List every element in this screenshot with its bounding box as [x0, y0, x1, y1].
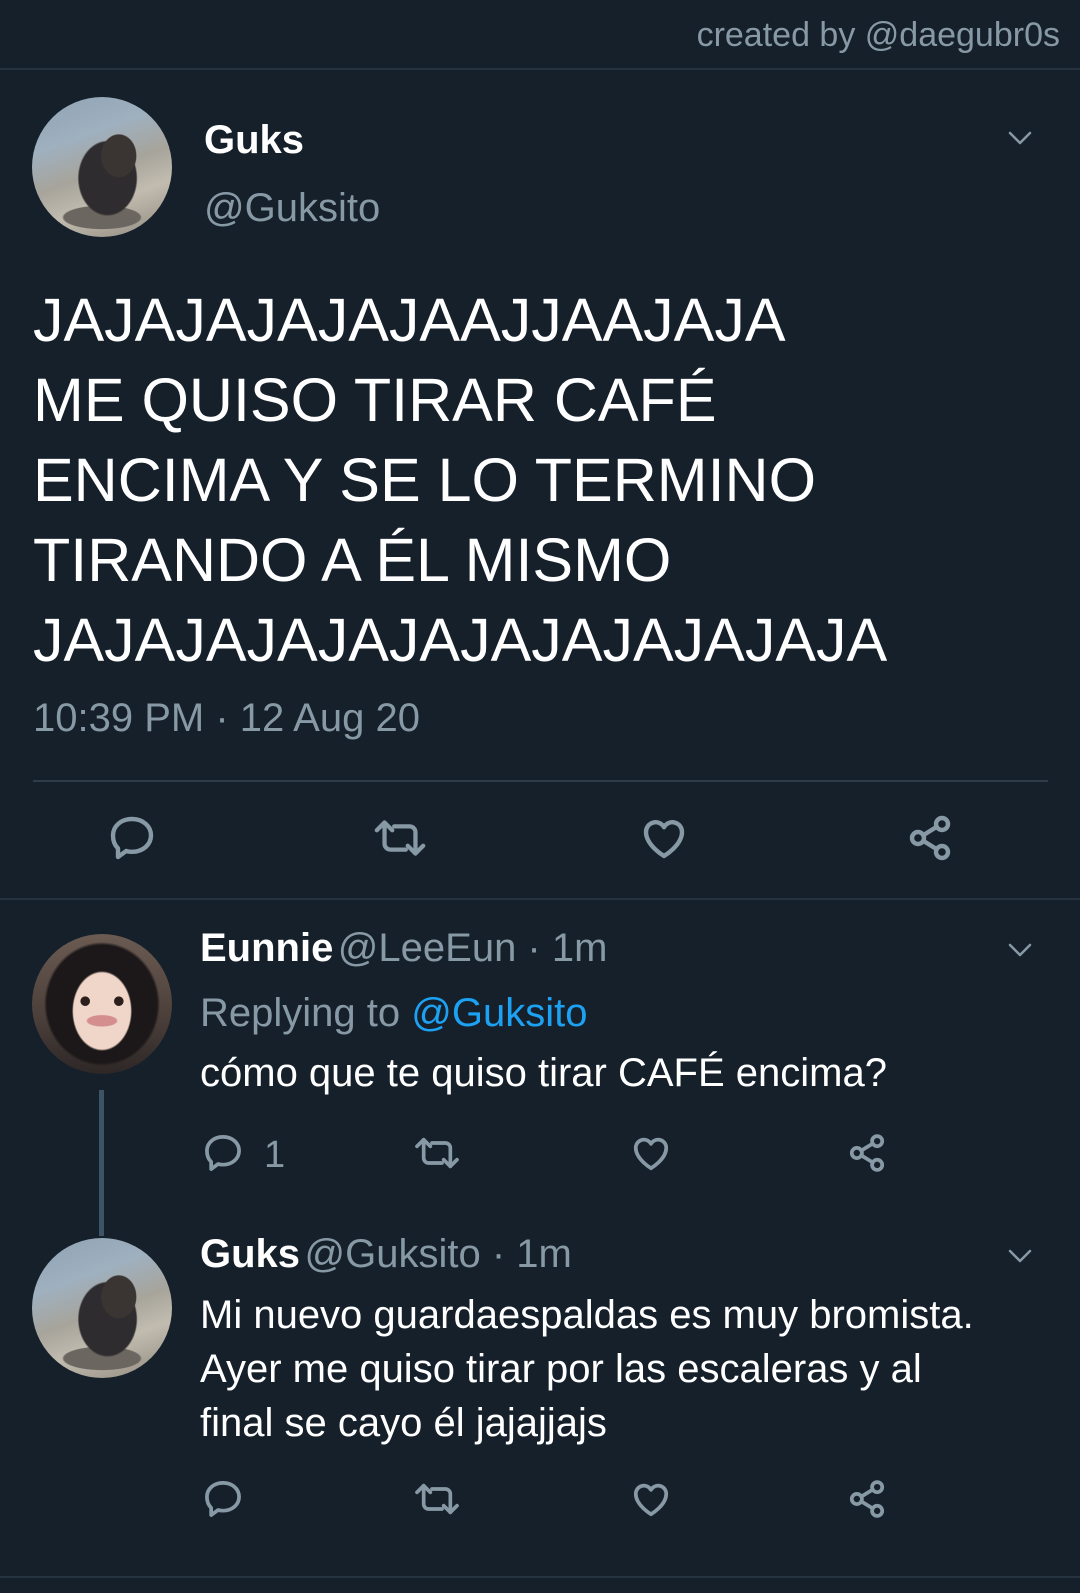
thread-connector-line — [99, 1090, 104, 1236]
share-icon — [845, 1477, 889, 1526]
reply-text: cómo que te quiso tirar CAFÉ encima? — [200, 1051, 887, 1095]
reply-button[interactable] — [104, 812, 160, 868]
retweet-icon — [371, 812, 429, 869]
tweet-text-line: JAJAJAJAJAJAAJJAAJAJA — [33, 286, 786, 354]
chevron-down-icon[interactable] — [1000, 118, 1040, 158]
header-divider — [0, 68, 1080, 70]
share-button[interactable] — [902, 812, 958, 868]
heart-icon — [629, 1477, 673, 1526]
share-button[interactable] — [844, 1478, 890, 1524]
reply-text-line: final se cayo él jajajjajs — [200, 1401, 607, 1445]
heart-icon — [629, 1131, 673, 1180]
retweet-button[interactable] — [412, 1478, 462, 1524]
retweet-button[interactable] — [370, 812, 430, 868]
reply-text: Mi nuevo guardaespaldas es muy bromista.… — [200, 1288, 1070, 1450]
reply-text-line: Mi nuevo guardaespaldas es muy bromista. — [200, 1293, 974, 1337]
avatar[interactable] — [32, 97, 172, 237]
replying-to-mention[interactable]: @Guksito — [411, 991, 587, 1035]
tweet-text-line: ENCIMA Y SE LO TERMINO — [33, 446, 817, 514]
retweet-button[interactable] — [412, 1132, 462, 1178]
tweet-inner-divider — [33, 780, 1048, 782]
author-handle-time[interactable]: @LeeEun · 1m — [338, 926, 608, 970]
author-handle-time[interactable]: @Guksito · 1m — [305, 1232, 572, 1276]
reply-text-line: Ayer me quiso tirar por las escaleras y … — [200, 1347, 922, 1391]
share-button[interactable] — [844, 1132, 890, 1178]
author-handle[interactable]: @Guksito — [204, 186, 380, 231]
tweet-text-line: JAJAJAJAJAJAJAJAJAJAJAJA — [33, 606, 888, 674]
tweet-text-line: ME QUISO TIRAR CAFÉ — [33, 366, 717, 434]
speech-bubble-icon — [201, 1131, 245, 1180]
retweet-icon — [412, 1477, 462, 1526]
reply-header: Guks @Guksito · 1m — [200, 1232, 572, 1277]
like-button[interactable] — [636, 812, 692, 868]
author-name[interactable]: Guks — [200, 1232, 300, 1276]
thread-divider — [0, 898, 1080, 900]
author-name[interactable]: Eunnie — [200, 926, 333, 970]
tweet-text-line: TIRANDO A ÉL MISMO — [33, 526, 672, 594]
share-icon — [904, 812, 956, 869]
reply-button[interactable] — [200, 1132, 246, 1178]
reply-count: 1 — [264, 1134, 286, 1176]
reply-header: Eunnie @LeeEun · 1m — [200, 926, 607, 971]
tweet-text: JAJAJAJAJAJAAJJAAJAJA ME QUISO TIRAR CAF… — [33, 280, 1043, 680]
speech-bubble-icon — [106, 812, 158, 869]
author-name[interactable]: Guks — [204, 118, 304, 163]
retweet-icon — [412, 1131, 462, 1180]
share-icon — [845, 1131, 889, 1180]
heart-icon — [638, 812, 690, 869]
bottom-divider — [0, 1576, 1080, 1578]
like-button[interactable] — [628, 1132, 674, 1178]
like-button[interactable] — [628, 1478, 674, 1524]
chevron-down-icon[interactable] — [1000, 930, 1040, 970]
replying-to: Replying to @Guksito — [200, 986, 587, 1040]
avatar[interactable] — [32, 934, 172, 1074]
chevron-down-icon[interactable] — [1000, 1236, 1040, 1276]
reply-button[interactable] — [200, 1478, 246, 1524]
speech-bubble-icon — [201, 1477, 245, 1526]
replying-to-label: Replying to — [200, 991, 401, 1035]
credit-watermark: created by @daegubr0s — [696, 16, 1060, 54]
tweet-timestamp[interactable]: 10:39 PM · 12 Aug 20 — [33, 696, 420, 741]
avatar[interactable] — [32, 1238, 172, 1378]
